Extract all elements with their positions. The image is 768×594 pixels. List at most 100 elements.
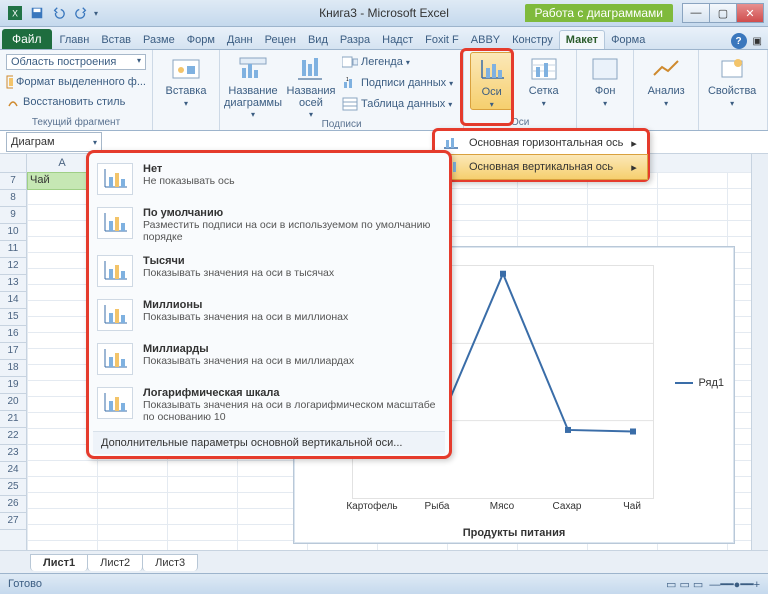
legend-swatch-icon — [675, 382, 693, 384]
minimize-button[interactable]: — — [682, 3, 710, 23]
x-tick: Сахар — [539, 501, 595, 512]
legend-button[interactable]: Легенда▾ — [342, 52, 453, 72]
row-header[interactable]: 19 — [0, 377, 26, 394]
row-header[interactable]: 26 — [0, 496, 26, 513]
axis-option-icon — [97, 255, 133, 287]
axis-option-icon — [97, 163, 133, 195]
axis-option-4[interactable]: МиллиардыПоказывать значения на оси в ми… — [93, 339, 445, 383]
more-axis-options[interactable]: Дополнительные параметры основной вертик… — [93, 431, 445, 454]
sheet-tab[interactable]: Лист2 — [87, 554, 143, 571]
gridlines-button[interactable]: Сетка▾ — [517, 52, 570, 108]
window-buttons: — ▢ ✕ — [683, 3, 764, 23]
row-header[interactable]: 24 — [0, 462, 26, 479]
ribbon-tabs: Файл ГлавнВставРазмеФормДаннРеценВидРазр… — [0, 27, 768, 50]
status-bar: Готово ▭ ▭ ▭ —━━●━━+ — [0, 573, 768, 594]
row-header[interactable]: 9 — [0, 207, 26, 224]
vertical-scrollbar[interactable] — [751, 154, 768, 550]
row-header[interactable]: 23 — [0, 445, 26, 462]
tab-надст[interactable]: Надст — [376, 31, 419, 49]
axis-option-3[interactable]: МиллионыПоказывать значения на оси в мил… — [93, 295, 445, 339]
row-header[interactable]: 8 — [0, 190, 26, 207]
tab-рецен[interactable]: Рецен — [259, 31, 302, 49]
save-icon[interactable] — [28, 4, 46, 22]
row-header[interactable]: 16 — [0, 326, 26, 343]
min-ribbon-icon[interactable]: ▣ — [753, 36, 762, 47]
qat-customize-icon[interactable]: ▾ — [94, 9, 98, 18]
axis-option-0[interactable]: НетНе показывать ось — [93, 159, 445, 203]
row-header[interactable]: 13 — [0, 275, 26, 292]
ribbon: Область построения▾ Формат выделенного ф… — [0, 50, 768, 131]
axis-option-icon — [97, 343, 133, 375]
x-axis-title[interactable]: Продукты питания — [294, 527, 734, 539]
tab-разме[interactable]: Разме — [137, 31, 181, 49]
data-labels-button[interactable]: 1Подписи данных▾ — [342, 73, 453, 93]
tab-форм[interactable]: Форм — [181, 31, 221, 49]
x-tick: Рыба — [409, 501, 465, 512]
axis-option-5[interactable]: Логарифмическая шкалаПоказывать значения… — [93, 383, 445, 431]
title-bar: X ▾ Книга3 - Microsoft Excel Работа с ди… — [0, 0, 768, 27]
tab-разра[interactable]: Разра — [334, 31, 376, 49]
tab-foxit f[interactable]: Foxit F — [419, 31, 465, 49]
file-tab[interactable]: Файл — [2, 29, 52, 49]
undo-icon[interactable] — [50, 4, 68, 22]
row-header[interactable]: 10 — [0, 224, 26, 241]
menu-horizontal-axis[interactable]: Основная горизонтальная ось▸ — [435, 131, 647, 155]
menu-vertical-axis[interactable]: Основная вертикальная ось▸ — [434, 154, 648, 180]
properties-button[interactable]: Свойства▾ — [705, 52, 759, 108]
row-header[interactable]: 17 — [0, 343, 26, 360]
insert-button[interactable]: Вставка▾ — [159, 52, 213, 108]
row-header[interactable]: 15 — [0, 309, 26, 326]
axis-option-2[interactable]: ТысячиПоказывать значения на оси в тысяч… — [93, 251, 445, 295]
row-header[interactable]: 7 — [0, 173, 26, 190]
chart-title-button[interactable]: Название диаграммы▾ — [226, 52, 280, 119]
row-header[interactable]: 11 — [0, 241, 26, 258]
row-header[interactable]: 20 — [0, 394, 26, 411]
row-header[interactable]: 18 — [0, 360, 26, 377]
close-button[interactable]: ✕ — [736, 3, 764, 23]
row-header[interactable]: 25 — [0, 479, 26, 496]
name-box[interactable]: Диаграм▾ — [6, 132, 102, 152]
x-tick: Чай — [604, 501, 660, 512]
legend[interactable]: Ряд1 — [675, 377, 724, 389]
tab-форма[interactable]: Форма — [605, 31, 651, 49]
row-header[interactable]: 14 — [0, 292, 26, 309]
row-headers[interactable]: 789101112131415161718192021222324252627 — [0, 154, 27, 550]
axis-option-1[interactable]: По умолчаниюРазместить подписи на оси в … — [93, 203, 445, 251]
axes-button[interactable]: Оси▾ — [470, 52, 513, 110]
background-button[interactable]: Фон▾ — [583, 52, 627, 108]
x-tick: Картофель — [344, 501, 400, 512]
tab-главн[interactable]: Главн — [54, 31, 96, 49]
axis-titles-button[interactable]: Названия осей▾ — [284, 52, 338, 119]
format-selection[interactable]: Формат выделенного ф... — [6, 72, 146, 92]
tab-данн[interactable]: Данн — [221, 31, 259, 49]
help-icon[interactable]: ? — [731, 33, 747, 49]
tab-встав[interactable]: Встав — [95, 31, 137, 49]
tab-констру[interactable]: Констру — [506, 31, 559, 49]
sheet-tab[interactable]: Лист1 — [30, 554, 88, 571]
analysis-button[interactable]: Анализ▾ — [640, 52, 692, 108]
selection-dropdown[interactable]: Область построения — [11, 56, 116, 68]
data-table-button[interactable]: Таблица данных▾ — [342, 94, 453, 114]
row-header[interactable]: 21 — [0, 411, 26, 428]
maximize-button[interactable]: ▢ — [709, 3, 737, 23]
tab-макет[interactable]: Макет — [559, 30, 605, 49]
tab-abby[interactable]: ABBY — [465, 31, 506, 49]
svg-text:1: 1 — [346, 77, 349, 83]
quick-access-toolbar: X ▾ — [0, 4, 98, 22]
axis-option-icon — [97, 299, 133, 331]
row-header[interactable]: 27 — [0, 513, 26, 530]
sheet-tab[interactable]: Лист3 — [142, 554, 198, 571]
axis-option-icon — [97, 207, 133, 239]
x-tick: Мясо — [474, 501, 530, 512]
zoom-controls[interactable]: ▭ ▭ ▭ —━━●━━+ — [666, 578, 760, 591]
reset-style[interactable]: Восстановить стиль — [6, 92, 146, 112]
tab-вид[interactable]: Вид — [302, 31, 334, 49]
vertical-axis-submenu: НетНе показывать осьПо умолчаниюРазмести… — [86, 150, 452, 459]
row-header[interactable]: 12 — [0, 258, 26, 275]
excel-icon[interactable]: X — [6, 4, 24, 22]
svg-text:X: X — [12, 9, 18, 19]
row-header[interactable]: 22 — [0, 428, 26, 445]
h-axis-icon — [441, 135, 461, 151]
axis-option-icon — [97, 387, 133, 419]
redo-icon[interactable] — [72, 4, 90, 22]
